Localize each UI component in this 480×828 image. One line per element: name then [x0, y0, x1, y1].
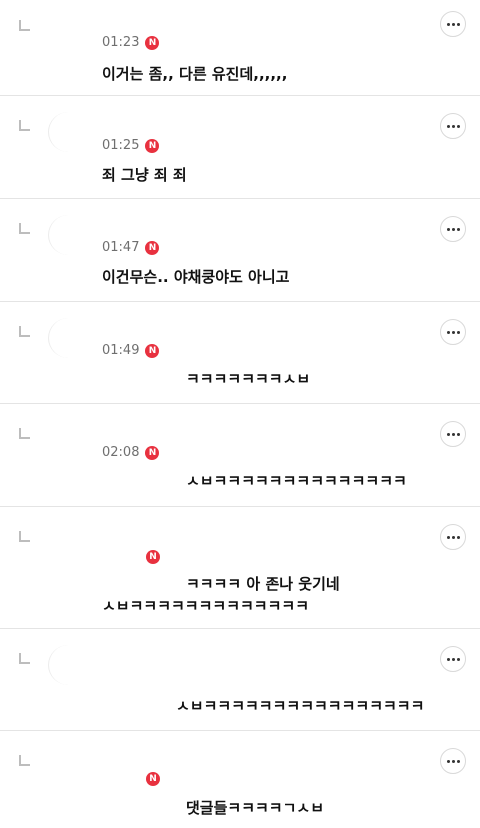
comment-time: 02:08 [102, 445, 140, 460]
avatar[interactable] [48, 215, 89, 255]
comment-text: ㅋㅋㅋㅋㅋㅋㅋㅅㅂ [186, 370, 311, 388]
comment-time: 01:25 [102, 138, 140, 153]
comment-text-line2: ㅅㅂㅋㅋㅋㅋㅋㅋㅋㅋㅋㅋㅋㅋㅋ [102, 597, 310, 615]
reply-arrow-icon [19, 531, 30, 542]
more-dots-icon [446, 759, 460, 763]
comment-text: 댓글들ㅋㅋㅋㅋㄱㅅㅂ [186, 799, 325, 817]
more-options-button[interactable] [440, 646, 466, 672]
reply-arrow-icon [19, 653, 30, 664]
reply-arrow-icon [19, 428, 30, 439]
avatar[interactable] [48, 318, 89, 358]
more-dots-icon [446, 535, 460, 539]
reply-arrow-icon [19, 120, 30, 131]
more-dots-icon [446, 124, 460, 128]
reply-item: N ㅋㅋㅋㅋ 아 존나 웃기네 ㅅㅂㅋㅋㅋㅋㅋㅋㅋㅋㅋㅋㅋㅋㅋ [0, 507, 480, 629]
avatar[interactable] [48, 645, 89, 685]
comment-text: 이건무슨.. 야채쿵야도 아니고 [102, 268, 290, 286]
comment-time: 01:47 [102, 240, 140, 255]
new-badge-icon: N [145, 138, 160, 153]
more-dots-icon [446, 657, 460, 661]
comment-text: ㅋㅋㅋㅋ 아 존나 웃기네 [186, 575, 340, 593]
reply-item: ㅅㅂㅋㅋㅋㅋㅋㅋㅋㅋㅋㅋㅋㅋㅋㅋㅋㅋ [0, 629, 480, 731]
more-options-button[interactable] [440, 319, 466, 345]
more-dots-icon [446, 227, 460, 231]
new-badge-icon: N [146, 772, 160, 786]
reply-item: 02:08 N ㅅㅂㅋㅋㅋㅋㅋㅋㅋㅋㅋㅋㅋㅋㅋㅋ [0, 404, 480, 507]
new-badge-icon: N [145, 445, 160, 460]
comment-time: 01:49 [102, 343, 140, 358]
avatar[interactable] [48, 112, 89, 152]
more-options-button[interactable] [440, 748, 466, 774]
avatar[interactable] [48, 523, 89, 563]
comment-text: ㅅㅂㅋㅋㅋㅋㅋㅋㅋㅋㅋㅋㅋㅋㅋㅋㅋㅋ [176, 697, 425, 715]
more-options-button[interactable] [440, 113, 466, 139]
new-badge-icon: N [145, 240, 160, 255]
reply-arrow-icon [19, 755, 30, 766]
reply-item: N 댓글들ㅋㅋㅋㅋㄱㅅㅂ [0, 731, 480, 828]
reply-item: 01:47 N 이건무슨.. 야채쿵야도 아니고 [0, 199, 480, 302]
new-badge-icon: N [145, 35, 160, 50]
new-badge-icon: N [145, 343, 160, 358]
comment-text: 이거는 좀,, 다른 유진데,,,,,, [102, 65, 288, 83]
comment-time: 01:23 [102, 35, 140, 50]
reply-item: 01:25 N 죄 그냥 죄 죄 [0, 96, 480, 199]
comment-text: 죄 그냥 죄 죄 [102, 166, 187, 184]
reply-arrow-icon [19, 326, 30, 337]
avatar[interactable] [48, 747, 89, 787]
more-options-button[interactable] [440, 11, 466, 37]
more-options-button[interactable] [440, 524, 466, 550]
reply-arrow-icon [19, 20, 30, 31]
comment-text: ㅅㅂㅋㅋㅋㅋㅋㅋㅋㅋㅋㅋㅋㅋㅋㅋ [186, 472, 407, 490]
reply-item: 01:49 N ㅋㅋㅋㅋㅋㅋㅋㅅㅂ [0, 302, 480, 404]
reply-list: 01:23 N 이거는 좀,, 다른 유진데,,,,,, 01:25 N 죄 그… [0, 0, 480, 828]
avatar[interactable] [48, 12, 89, 52]
more-dots-icon [446, 330, 460, 334]
more-options-button[interactable] [440, 216, 466, 242]
avatar[interactable] [48, 420, 89, 460]
more-dots-icon [446, 432, 460, 436]
new-badge-icon: N [146, 550, 160, 564]
reply-arrow-icon [19, 223, 30, 234]
reply-item: 01:23 N 이거는 좀,, 다른 유진데,,,,,, [0, 0, 480, 96]
more-options-button[interactable] [440, 421, 466, 447]
more-dots-icon [446, 22, 460, 26]
